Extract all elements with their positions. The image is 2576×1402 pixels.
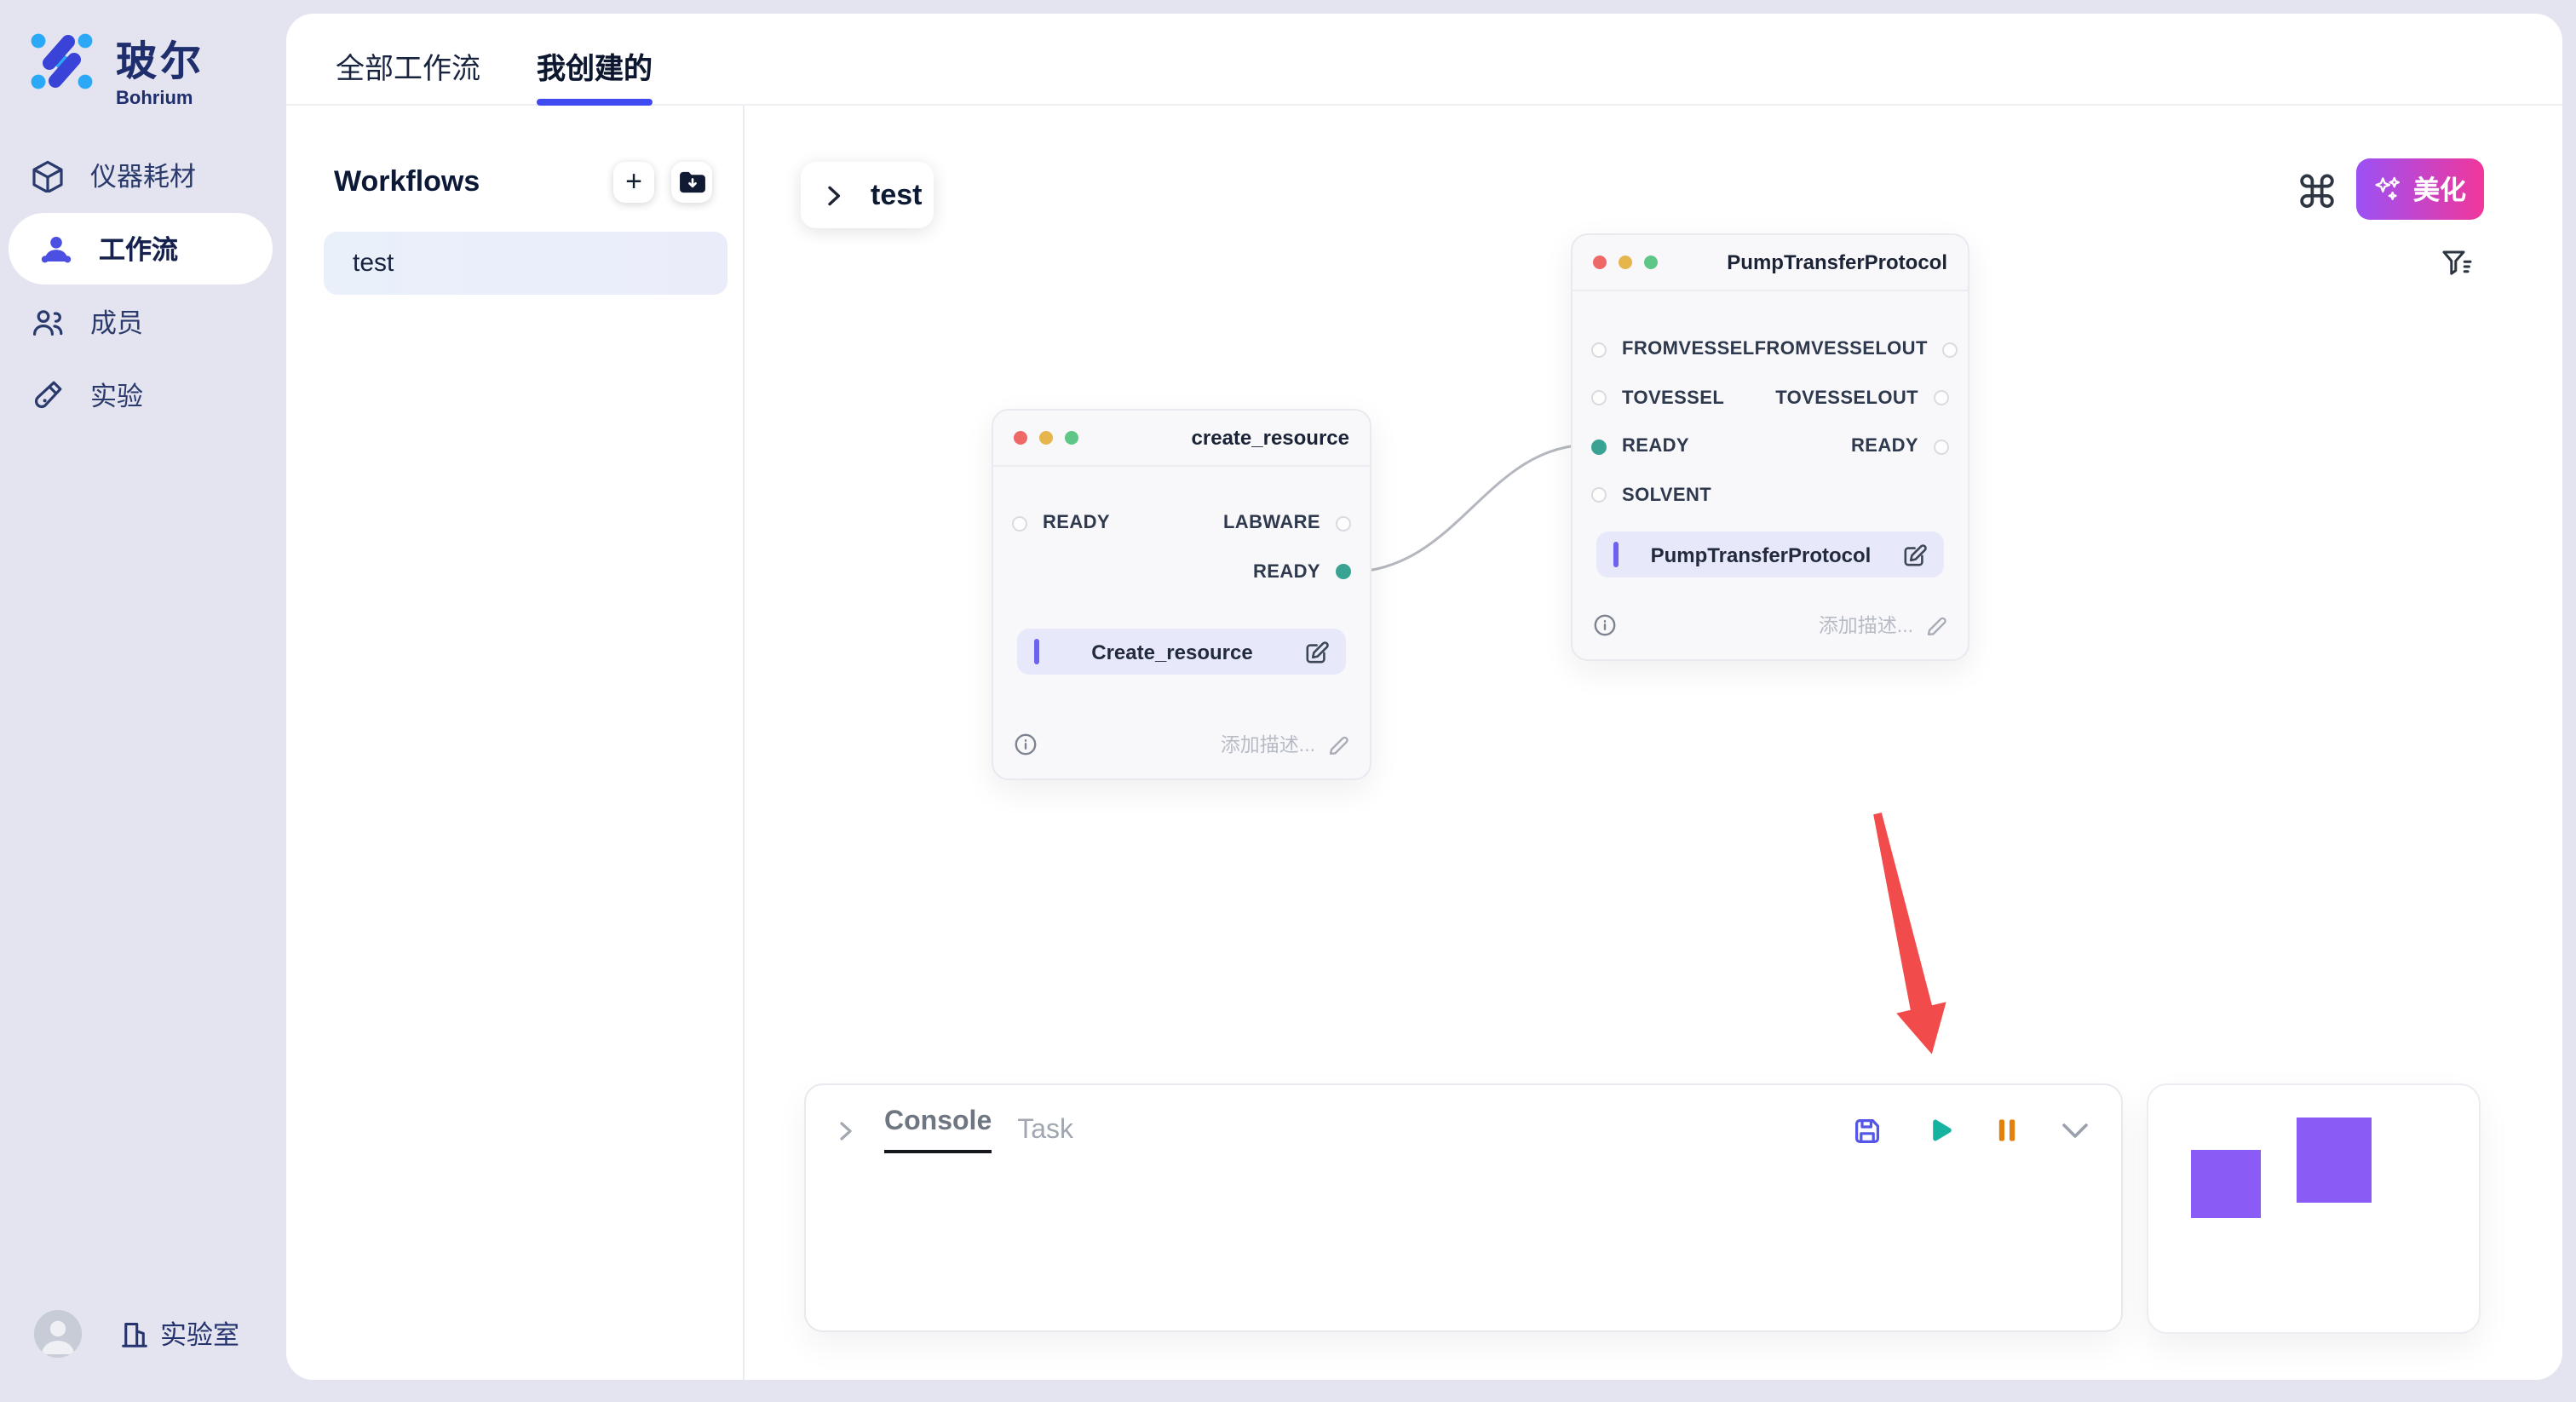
sidebar: 玻尔 Bohrium 仪器耗材 工作流 — [0, 0, 286, 1402]
experiment-icon — [31, 379, 65, 413]
brand-name-en: Bohrium — [116, 89, 204, 109]
edit-square-icon[interactable] — [1305, 640, 1329, 664]
edit-square-icon[interactable] — [1903, 543, 1927, 566]
sidebar-footer: 实验室 — [0, 1310, 286, 1358]
sidebar-item-instruments[interactable]: 仪器耗材 — [0, 138, 286, 212]
window-dots-icon — [1014, 431, 1078, 445]
node-pump-transfer-protocol[interactable]: PumpTransferProtocol FROMVESSEL FROMVESS… — [1571, 233, 1969, 661]
node-title: PumpTransferProtocol — [1727, 250, 1947, 274]
workflows-panel: Workflows + test — [286, 106, 745, 1380]
sidebar-item-experiments[interactable]: 实验 — [0, 359, 286, 433]
minimap-node-pump — [2297, 1118, 2372, 1203]
edge-create-to-pump — [1346, 445, 1591, 572]
save-button[interactable] — [1852, 1115, 1883, 1146]
beautify-button[interactable]: 美化 — [2356, 158, 2484, 220]
node-create-resource[interactable]: create_resource READY LABWARE — [992, 409, 1371, 780]
port-in-ready[interactable] — [1591, 440, 1607, 455]
plus-icon: + — [625, 167, 642, 196]
brand-name-cn: 玻尔 — [116, 27, 204, 87]
node-body-pump-transfer[interactable]: PumpTransferProtocol — [1596, 531, 1944, 577]
pencil-icon — [1327, 733, 1349, 756]
info-icon[interactable] — [1593, 613, 1617, 637]
port-out-ready[interactable] — [1336, 565, 1351, 580]
main-content: 全部工作流 我创建的 Workflows + — [286, 14, 2562, 1380]
sidebar-item-workflows[interactable]: 工作流 — [9, 212, 273, 284]
port-in-tovessel[interactable] — [1591, 391, 1607, 406]
breadcrumb-label: test — [871, 178, 922, 212]
port-in-fromvessel[interactable] — [1591, 342, 1607, 358]
collapse-panel-button[interactable] — [2060, 1120, 2090, 1141]
breadcrumb[interactable]: test — [801, 162, 934, 228]
panel-title: Workflows — [334, 165, 480, 199]
members-icon — [31, 305, 65, 339]
sidebar-item-label: 实验 — [90, 377, 143, 415]
filter-icon — [2440, 247, 2474, 281]
window-dots-icon — [1593, 256, 1658, 269]
add-description[interactable]: 添加描述... — [1221, 731, 1349, 758]
sidebar-item-label: 成员 — [90, 303, 143, 341]
add-description[interactable]: 添加描述... — [1819, 612, 1947, 639]
port-out-fromvesselout[interactable] — [1943, 342, 1958, 358]
tab-all-workflows[interactable]: 全部工作流 — [336, 26, 480, 105]
workflow-icon — [39, 232, 73, 266]
lab-selector[interactable]: 实验室 — [119, 1315, 239, 1353]
workflow-list-item[interactable]: test — [324, 232, 727, 295]
pause-button[interactable] — [1993, 1116, 2021, 1145]
task-tab[interactable]: Task — [1017, 1115, 1073, 1146]
chevron-right-icon — [837, 1118, 855, 1142]
import-workflow-button[interactable] — [671, 162, 712, 203]
node-header: PumpTransferProtocol — [1573, 235, 1968, 291]
minimap-node-create — [2191, 1150, 2261, 1218]
pause-icon — [1993, 1116, 2021, 1145]
workflow-tabbar: 全部工作流 我创建的 — [286, 14, 2562, 106]
lab-label: 实验室 — [160, 1315, 239, 1353]
command-icon: ⌘ — [2295, 166, 2339, 219]
node-body-create-resource[interactable]: Create_resource — [1017, 629, 1346, 675]
chevron-right-icon — [825, 183, 843, 207]
sidebar-item-members[interactable]: 成员 — [0, 284, 286, 359]
sidebar-item-label: 仪器耗材 — [90, 157, 196, 194]
chevron-down-icon — [2060, 1120, 2090, 1141]
brand-logo: 玻尔 Bohrium — [27, 27, 204, 109]
building-icon — [119, 1319, 150, 1349]
node-title: create_resource — [1192, 426, 1349, 450]
run-button[interactable] — [1922, 1114, 1954, 1146]
flow-canvas[interactable]: test ⌘ 美化 — [745, 106, 2562, 1380]
console-tab[interactable]: Console — [884, 1107, 992, 1153]
console-panel: Console Task — [804, 1083, 2123, 1332]
sidebar-item-label: 工作流 — [99, 230, 178, 267]
add-workflow-button[interactable]: + — [613, 162, 654, 203]
minimap[interactable] — [2147, 1083, 2481, 1334]
save-icon — [1852, 1115, 1883, 1146]
port-in-ready[interactable] — [1012, 516, 1027, 531]
beautify-label: 美化 — [2413, 170, 2466, 208]
port-out-labware[interactable] — [1336, 516, 1351, 531]
pencil-icon — [1925, 614, 1947, 636]
folder-download-icon — [677, 170, 706, 194]
info-icon[interactable] — [1014, 733, 1038, 756]
bohrium-workflow-app: 玻尔 Bohrium 仪器耗材 工作流 — [0, 0, 2576, 1402]
package-icon — [31, 158, 65, 192]
layout-command-button[interactable]: ⌘ — [2291, 167, 2343, 218]
annotation-arrow-red — [1873, 813, 1946, 1054]
tab-my-created[interactable]: 我创建的 — [537, 26, 653, 105]
port-out-tovesselout[interactable] — [1934, 391, 1949, 406]
bohrium-logo-icon — [27, 27, 95, 95]
filter-button[interactable] — [2440, 247, 2474, 281]
node-header: create_resource — [993, 411, 1370, 467]
play-icon — [1922, 1114, 1954, 1146]
sidebar-nav: 仪器耗材 工作流 成员 — [0, 138, 286, 433]
avatar[interactable] — [34, 1310, 82, 1358]
port-in-solvent[interactable] — [1591, 488, 1607, 503]
console-expand-button[interactable] — [837, 1118, 855, 1142]
sparkles-icon — [2374, 175, 2401, 203]
port-out-ready[interactable] — [1934, 440, 1949, 455]
